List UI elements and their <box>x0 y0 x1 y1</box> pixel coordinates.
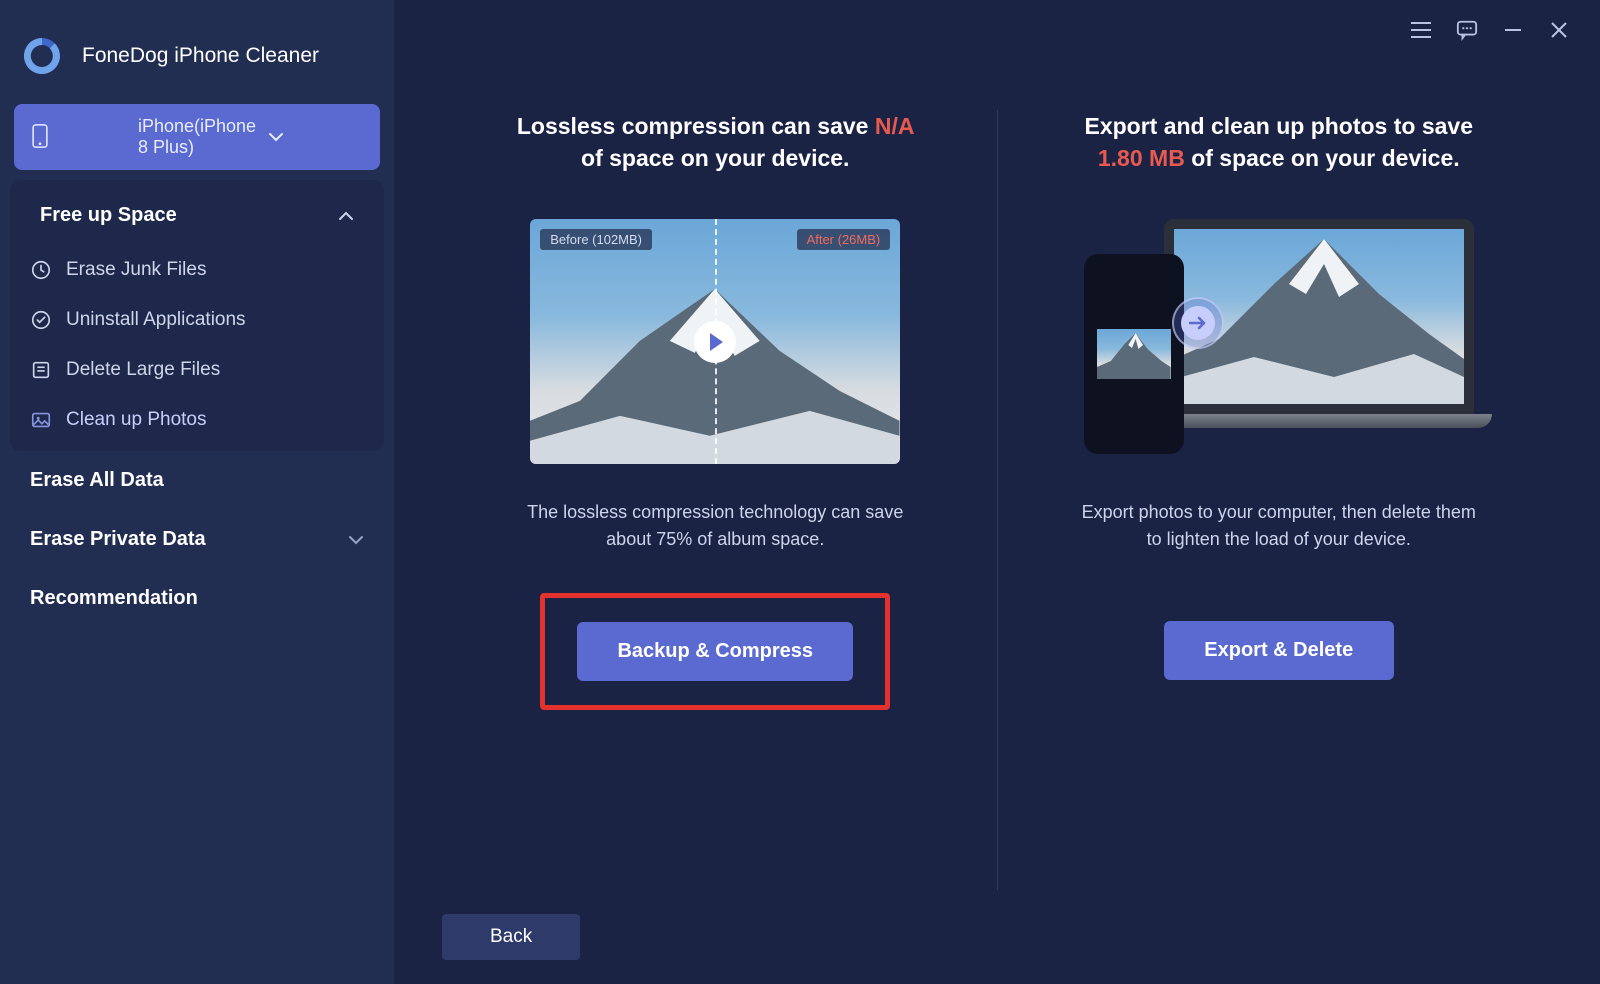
titlebar <box>394 0 1600 60</box>
back-button[interactable]: Back <box>442 914 580 960</box>
transfer-arrow-icon <box>1172 297 1224 349</box>
minimize-icon[interactable] <box>1502 19 1524 41</box>
menu-label: Free up Space <box>40 204 177 227</box>
highlight-box: Backup & Compress <box>540 593 890 710</box>
play-icon[interactable] <box>694 321 736 363</box>
clock-icon <box>30 259 52 281</box>
sidebar-item-delete-large[interactable]: Delete Large Files <box>10 345 384 395</box>
compress-heading: Lossless compression can save N/A of spa… <box>505 110 925 174</box>
menu-icon[interactable] <box>1410 19 1432 41</box>
heading-text: Export and clean up photos to save <box>1084 113 1473 139</box>
export-delete-button[interactable]: Export & Delete <box>1164 621 1394 680</box>
export-description: Export photos to your computer, then del… <box>1079 499 1479 553</box>
app-header: FoneDog iPhone Cleaner <box>0 20 394 104</box>
content: Lossless compression can save N/A of spa… <box>394 60 1600 890</box>
menu-label: Erase Private Data <box>30 528 206 551</box>
chevron-down-icon <box>268 132 362 142</box>
chevron-up-icon <box>338 211 354 221</box>
backup-compress-button[interactable]: Backup & Compress <box>577 622 853 681</box>
footer: Back <box>394 890 1600 984</box>
heading-emphasis: 1.80 MB <box>1098 145 1185 171</box>
free-up-space-group: Free up Space Erase Junk Files Uninstall… <box>10 180 384 451</box>
menu-erase-all[interactable]: Erase All Data <box>0 451 394 510</box>
sidebar: FoneDog iPhone Cleaner iPhone(iPhone 8 P… <box>0 0 394 984</box>
export-heading: Export and clean up photos to save 1.80 … <box>1069 110 1489 174</box>
before-size-tag: Before (102MB) <box>540 229 652 250</box>
after-size-tag: After (26MB) <box>797 229 891 250</box>
uninstall-icon <box>30 309 52 331</box>
compress-description: The lossless compression technology can … <box>515 499 915 553</box>
sidebar-item-uninstall[interactable]: Uninstall Applications <box>10 295 384 345</box>
menu-recommendation[interactable]: Recommendation <box>0 569 394 628</box>
device-label: iPhone(iPhone 8 Plus) <box>138 116 256 158</box>
export-illustration <box>1084 219 1474 464</box>
menu-label: Recommendation <box>30 587 198 610</box>
app-logo-icon <box>18 32 66 80</box>
file-icon <box>30 359 52 381</box>
main-area: Lossless compression can save N/A of spa… <box>394 0 1600 984</box>
heading-text: of space on your device. <box>1185 145 1460 171</box>
chevron-down-icon <box>348 535 364 545</box>
menu-label: Erase All Data <box>30 469 164 492</box>
export-panel: Export and clean up photos to save 1.80 … <box>998 110 1561 890</box>
menu-label: Uninstall Applications <box>66 309 246 331</box>
menu-label: Clean up Photos <box>66 409 207 431</box>
heading-emphasis: N/A <box>875 113 914 139</box>
feedback-icon[interactable] <box>1456 19 1478 41</box>
sidebar-item-clean-photos[interactable]: Clean up Photos <box>10 395 384 445</box>
compress-panel: Lossless compression can save N/A of spa… <box>434 110 997 890</box>
close-icon[interactable] <box>1548 19 1570 41</box>
sidebar-item-erase-junk[interactable]: Erase Junk Files <box>10 245 384 295</box>
menu-label: Delete Large Files <box>66 359 220 381</box>
app-title: FoneDog iPhone Cleaner <box>82 44 319 68</box>
phone-graphic <box>1084 254 1184 454</box>
compress-illustration: Before (102MB) After (26MB) <box>530 219 900 464</box>
photo-icon <box>30 409 52 431</box>
menu-free-up-space[interactable]: Free up Space <box>10 186 384 245</box>
heading-text: Lossless compression can save <box>517 113 875 139</box>
phone-icon <box>32 124 126 150</box>
menu-label: Erase Junk Files <box>66 259 206 281</box>
menu-erase-private[interactable]: Erase Private Data <box>0 510 394 569</box>
device-selector[interactable]: iPhone(iPhone 8 Plus) <box>14 104 380 170</box>
heading-text: of space on your device. <box>581 145 849 171</box>
